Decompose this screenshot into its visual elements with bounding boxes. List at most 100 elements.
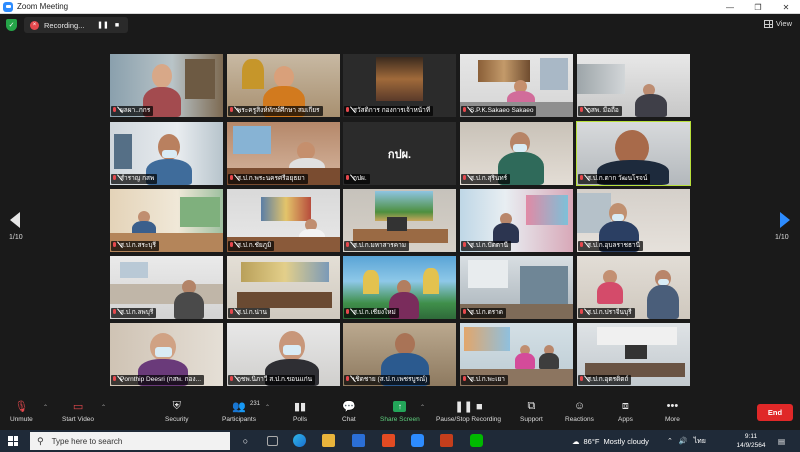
- chat-button[interactable]: 💬 Chat: [342, 399, 356, 424]
- participant-tile-active-speaker[interactable]: ส.ป.ก.ตาก วัฒนโรจน์: [576, 121, 691, 186]
- reactions-button[interactable]: ☺ Reactions: [565, 399, 594, 423]
- participant-tile[interactable]: ส.ป.ก.สระบุรี: [110, 189, 223, 252]
- page-indicator-left: 1/10: [9, 234, 23, 241]
- next-page-arrow-icon[interactable]: [780, 212, 790, 228]
- mute-icon: [229, 175, 235, 183]
- pause-stop-recording-button[interactable]: ❚❚ ■ Pause/Stop Recording: [436, 399, 502, 424]
- mute-icon: [462, 242, 468, 250]
- participant-tile[interactable]: กชพ.นิภาวี ส.ป.ก.ขอนแก่น: [227, 323, 340, 386]
- audio-options-chevron-icon[interactable]: ⌃: [43, 404, 48, 411]
- more-button[interactable]: ••• More: [665, 399, 680, 423]
- participant-tile[interactable]: Pornthip Deesri (กสพ. กอง...: [110, 323, 223, 386]
- system-tray-icons[interactable]: ⌃ 🔊 ไทย: [667, 430, 706, 452]
- view-button[interactable]: View: [763, 19, 792, 28]
- maximize-button[interactable]: ❐: [744, 0, 772, 14]
- line-app-icon[interactable]: [470, 434, 483, 447]
- close-window-button[interactable]: ✕: [772, 0, 800, 14]
- clock-time: 9:11: [744, 433, 758, 440]
- participant-tile[interactable]: สวัสดิการ กองการเจ้าหน้าที่: [343, 54, 456, 117]
- mute-icon: [345, 242, 351, 250]
- participant-tile[interactable]: ส.ป.ก.สุรินทร์: [460, 122, 573, 185]
- task-view-icon[interactable]: ○: [239, 434, 252, 447]
- polls-chart-icon: ▮▮: [293, 400, 307, 413]
- encryption-shield-icon[interactable]: ✓: [6, 19, 17, 31]
- tray-overflow-icon[interactable]: ⌃: [667, 437, 673, 445]
- participant-tile[interactable]: S.P.K.Sakaeo Sakaeo: [460, 54, 573, 117]
- mute-icon: [462, 309, 468, 317]
- windows-start-icon[interactable]: [8, 436, 18, 446]
- office-icon[interactable]: [382, 434, 395, 447]
- participant-tile[interactable]: เชิดชาย (ส.ป.ก.เพชรบูรณ์): [343, 323, 456, 386]
- mute-icon: [345, 175, 351, 183]
- participant-tile[interactable]: ส.ป.ก.เชียงใหม่: [343, 256, 456, 319]
- mail-icon[interactable]: [352, 434, 365, 447]
- windows-taskbar: ⚲ Type here to search ○ ☁ 86°F Mostly cl…: [0, 430, 800, 452]
- participant-name: ส.ป.ก.ปราจีนบุรี: [578, 308, 635, 318]
- file-explorer-icon[interactable]: [322, 434, 335, 447]
- participant-tile[interactable]: ส.ป.ก.ปัตตานี: [460, 189, 573, 252]
- taskbar-clock[interactable]: 9:11 14/9/2564: [732, 432, 770, 450]
- taskbar-search-box[interactable]: ⚲ Type here to search: [30, 432, 230, 450]
- participant-name: เชิดชาย (ส.ป.ก.เพชรบูรณ์): [344, 375, 431, 385]
- participant-tile[interactable]: ส.ป.ก.อุตรดิตถ์: [577, 323, 690, 386]
- video-options-chevron-icon[interactable]: ⌃: [101, 404, 106, 411]
- participant-tile[interactable]: ส.ป.ก.ชัยภูมิ: [227, 189, 340, 252]
- participant-tile[interactable]: ส.ป.ก.ปราจีนบุรี: [577, 256, 690, 319]
- participant-tile[interactable]: ส.ป.ก.อุบลราชธานี: [577, 189, 690, 252]
- volume-icon[interactable]: 🔊: [679, 437, 688, 445]
- security-button[interactable]: ⛨ Security: [165, 399, 189, 424]
- stop-recording-button[interactable]: ■: [110, 19, 124, 31]
- zoom-taskbar-icon[interactable]: [411, 434, 424, 447]
- pause-recording-button[interactable]: ❚❚: [96, 19, 110, 31]
- participant-name: S.P.K.Sakaeo Sakaeo: [461, 106, 537, 116]
- mute-icon: [345, 309, 351, 317]
- mute-icon: [579, 376, 585, 384]
- mute-icon: [462, 175, 468, 183]
- minimize-button[interactable]: —: [716, 0, 744, 14]
- notification-center-icon[interactable]: ▤: [778, 430, 785, 452]
- chat-bubble-icon: 💬: [342, 400, 356, 413]
- security-shield-icon: ⛨: [172, 399, 181, 412]
- participant-tile[interactable]: ส.ป.ก.น่าน: [227, 256, 340, 319]
- video-gallery: ผลผา..กกร พระครูสิงห์ทักษ์ศึกษา สมเกียร …: [0, 36, 800, 396]
- share-options-chevron-icon[interactable]: ⌃: [420, 404, 425, 411]
- search-placeholder: Type here to search: [51, 436, 123, 446]
- previous-page-arrow-icon[interactable]: [10, 212, 20, 228]
- pause-stop-recording-label: Pause/Stop Recording: [436, 416, 502, 423]
- participant-tile[interactable]: สำราญ กสพ: [110, 122, 223, 185]
- support-button[interactable]: ⧉ Support: [520, 399, 543, 424]
- participant-tile[interactable]: กปผ. กปผ.: [343, 122, 456, 185]
- mute-icon: [345, 107, 351, 115]
- start-video-button[interactable]: ▭ Start Video: [62, 399, 94, 424]
- participant-tile[interactable]: ส.ป.ก.พะเยา: [460, 323, 573, 386]
- weather-description: Mostly cloudy: [603, 436, 649, 446]
- language-indicator[interactable]: ไทย: [694, 436, 706, 447]
- participant-tile[interactable]: ส.ป.ก.ตราด: [460, 256, 573, 319]
- participant-tile[interactable]: ส.ป.ก.พระนครศรีอยุธยา: [227, 122, 340, 185]
- participant-tile[interactable]: กสพ. มือถือ: [577, 54, 690, 117]
- support-label: Support: [520, 416, 543, 423]
- edge-browser-icon[interactable]: [293, 434, 306, 447]
- share-screen-arrow-icon: ↑: [393, 401, 407, 412]
- mute-icon: [229, 376, 235, 384]
- security-label: Security: [165, 416, 189, 423]
- participant-tile[interactable]: พระครูสิงห์ทักษ์ศึกษา สมเกียร: [227, 54, 340, 117]
- mute-icon: [579, 107, 585, 115]
- participant-name: ส.ป.ก.สระบุรี: [111, 241, 160, 251]
- participant-tile[interactable]: ส.ป.ก.มหาสารคาม: [343, 189, 456, 252]
- window-titlebar: Zoom Meeting — ❐ ✕: [0, 0, 800, 14]
- polls-button[interactable]: ▮▮ Polls: [293, 399, 307, 424]
- page-indicator-right: 1/10: [775, 234, 789, 241]
- powerpoint-icon[interactable]: [440, 434, 453, 447]
- share-screen-label: Share Screen: [380, 416, 420, 423]
- end-meeting-button[interactable]: End: [757, 404, 793, 421]
- weather-widget[interactable]: ☁ 86°F Mostly cloudy: [572, 430, 649, 452]
- apps-button[interactable]: ⧈ Apps: [618, 399, 633, 424]
- unmute-button[interactable]: 🎙 Unmute: [10, 399, 33, 424]
- share-screen-button[interactable]: ↑ Share Screen: [380, 399, 420, 423]
- multitask-icon[interactable]: [267, 436, 278, 446]
- participants-count: 231: [250, 401, 261, 407]
- participants-options-chevron-icon[interactable]: ⌃: [265, 404, 270, 411]
- participant-tile[interactable]: ผลผา..กกร: [110, 54, 223, 117]
- participant-tile[interactable]: ส.ป.ก.ลพบุรี: [110, 256, 223, 319]
